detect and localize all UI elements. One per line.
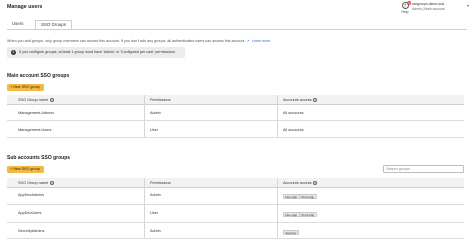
column-header-permissions: Permissions [150, 181, 171, 186]
account-role: Admin [412, 6, 422, 11]
column-header-access: Accounts access i [283, 98, 317, 103]
group-name: AppDevUsers [18, 211, 42, 215]
account-switcher[interactable]: ssogroups-demo-mai... Admin | Main accou… [412, 2, 447, 11]
group-name: SecurityAdmins [18, 229, 45, 233]
column-header-access: Accounts access i [283, 181, 317, 186]
group-name: Management-Admins [18, 111, 55, 115]
section-title-sub: Sub accounts SSO groups [7, 155, 71, 161]
account-sub: Main account [424, 6, 445, 11]
table-row[interactable]: Management-Admins Admin All accounts [7, 105, 464, 121]
tab-divider [7, 28, 467, 30]
section-title-main: Main account SSO groups [7, 73, 70, 79]
group-name: Management-Users [18, 128, 52, 132]
info-message: If you configure groups, at least 1 grou… [19, 50, 175, 55]
new-sso-group-button-main[interactable]: + New SSO group [7, 84, 44, 91]
header-actions: ? 1 Help ssogroups-demo-mai... Admin | M… [395, 1, 474, 18]
group-name: AppDevAdmins [18, 193, 45, 197]
table-row[interactable]: SecurityAdmins Admin Security [7, 223, 464, 239]
table-row[interactable]: Management-Users User All accounts [7, 121, 464, 138]
info-icon[interactable]: i [49, 181, 54, 186]
help-label: Help [401, 9, 409, 14]
chevron-down-icon[interactable]: ▾ [467, 3, 469, 8]
notification-badge: 1 [407, 1, 411, 5]
group-permission: User [150, 128, 159, 132]
column-header-permissions: Permissions [150, 98, 171, 103]
notice-message: When you add groups, only group members … [7, 39, 246, 43]
table-row[interactable]: AppDevAdmins Admin Dev-App Prod-App [7, 188, 464, 205]
group-permission: Admin [150, 193, 161, 197]
info-icon[interactable]: i [313, 181, 317, 186]
account-tag: Prod-App [299, 212, 317, 217]
info-banner: i If you configure groups, at least 1 gr… [7, 47, 185, 58]
help-button[interactable]: ? 1 Help [398, 1, 412, 17]
learn-more-link[interactable]: Learn more [252, 39, 271, 43]
info-icon[interactable]: i [49, 98, 54, 103]
main-groups-table: SSO Group name i Permissions Accounts acc… [7, 95, 464, 138]
table-header: SSO Group name i Permissions Accounts acc… [7, 178, 464, 188]
external-link-icon: ↗ [246, 39, 250, 43]
group-permission: Admin [150, 111, 161, 115]
table-header: SSO Group name i Permissions Accounts acc… [7, 95, 464, 105]
account-tag: Dev-App [283, 194, 300, 199]
column-header-name: SSO Group name i [18, 98, 54, 103]
account-tag: Security [283, 230, 299, 235]
group-permission: User [150, 211, 159, 215]
info-icon: i [11, 50, 16, 55]
column-header-name: SSO Group name i [18, 181, 54, 186]
group-permission: Admin [150, 229, 161, 233]
table-row[interactable]: AppDevUsers User Dev-App Prod-App [7, 205, 464, 223]
page-title: Manage users [7, 4, 43, 10]
group-access: All accounts [283, 111, 304, 115]
sub-groups-table: SSO Group name i Permissions Accounts acc… [7, 178, 464, 239]
account-tag: Prod-App [299, 194, 317, 199]
notice-text: When you add groups, only group members … [7, 39, 270, 43]
info-icon[interactable]: i [313, 98, 317, 103]
account-tag: Dev-App [283, 212, 300, 217]
search-groups-input[interactable]: Search groups [383, 165, 464, 173]
new-sso-group-button-sub[interactable]: + New SSO group [7, 166, 44, 173]
group-access: All accounts [283, 128, 304, 132]
